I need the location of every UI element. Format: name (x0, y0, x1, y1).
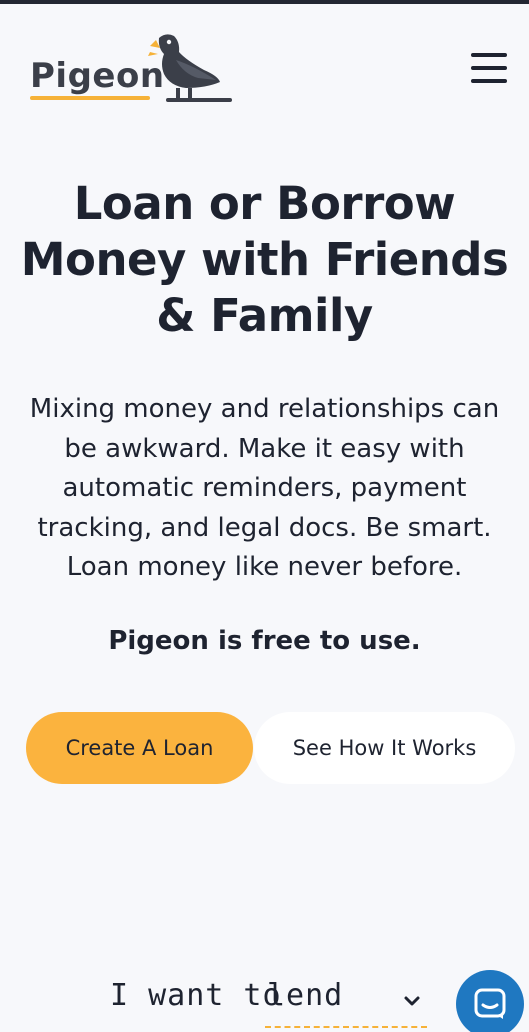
logo-underline (30, 96, 150, 100)
intent-prefix-label: I want to (110, 978, 282, 1013)
logo-text: Pigeon (30, 56, 165, 96)
menu-bar (471, 53, 507, 57)
chevron-down-icon (404, 996, 420, 1006)
hero-title: Loan or Borrow Money with Friends & Fami… (10, 176, 519, 344)
description-line: be awkward. Make it easy with (64, 433, 465, 464)
create-loan-button[interactable]: Create A Loan (26, 712, 253, 784)
description-line: Mixing money and relationships can (29, 394, 500, 424)
menu-bar (471, 66, 507, 70)
hero-description: Mixing money and relationships can be aw… (18, 390, 511, 588)
free-note: Pigeon is free to use. (108, 626, 421, 656)
page: Pigeon Loan or Borrow Money with Friends… (0, 0, 529, 1032)
pigeon-logo[interactable]: Pigeon (28, 30, 233, 104)
chat-launcher-button[interactable] (456, 970, 524, 1032)
hero-title-line: & Family (156, 289, 373, 342)
description-line: Loan money like never before. (66, 552, 463, 582)
chat-bubble-icon (474, 988, 506, 1019)
see-how-it-works-button[interactable]: See How It Works (254, 712, 515, 784)
menu-bar (471, 79, 507, 83)
hero-title-line: Loan or Borrow (73, 177, 456, 230)
description-line: tracking, and legal docs. Be smart. (37, 512, 492, 543)
hamburger-menu-icon[interactable] (468, 48, 510, 88)
description-line: automatic reminders, payment (62, 473, 467, 503)
hero-title-line: Money with Friends (20, 233, 509, 286)
pigeon-bird-icon (148, 34, 232, 102)
intent-select[interactable]: lend (265, 972, 427, 1028)
intent-selected-value: lend (267, 978, 344, 1013)
top-border (0, 0, 529, 4)
